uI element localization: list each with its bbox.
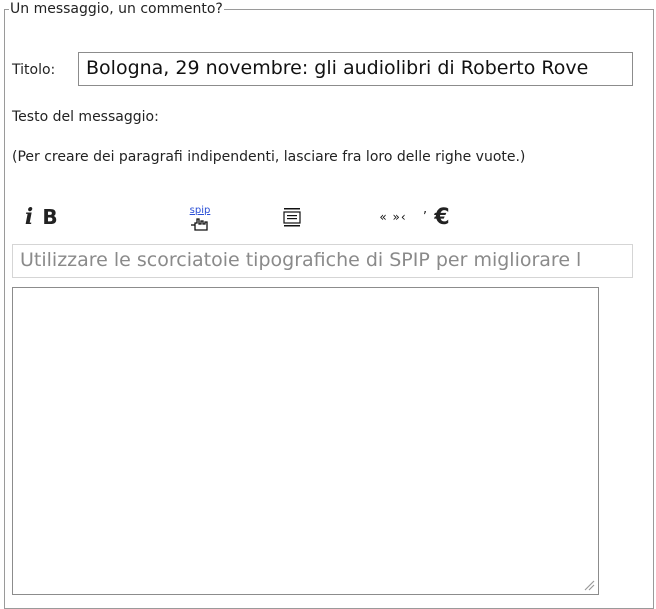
title-input[interactable]: Bologna, 29 novembre: gli audiolibri di … (78, 52, 633, 86)
resize-icon[interactable] (583, 579, 595, 591)
italic-icon[interactable]: i (20, 203, 38, 231)
message-textarea[interactable] (12, 287, 599, 595)
title-row: Titolo: Bologna, 29 novembre: gli audiol… (12, 52, 652, 88)
hand-icon (191, 217, 208, 231)
link-icon[interactable]: spip (182, 203, 218, 231)
formatting-toolbar: i B spip « »‹ ’ € (12, 203, 642, 233)
link-icon-label: spip (189, 204, 211, 216)
paragraph-icon[interactable] (282, 203, 302, 231)
title-label: Titolo: (12, 62, 56, 78)
fieldset-legend: Un messaggio, un commento? (9, 0, 224, 18)
quotes-icon[interactable]: « »‹ (368, 203, 418, 231)
bold-icon[interactable]: B (40, 203, 60, 231)
typographic-help-field[interactable]: Utilizzare le scorciatoie tipografiche d… (12, 244, 633, 278)
paragraph-glyph-icon (283, 208, 301, 227)
euro-icon[interactable]: € (430, 203, 454, 231)
message-text-label: Testo del messaggio: (12, 109, 159, 125)
paragraph-hint: (Per creare dei paragrafi indipendenti, … (12, 149, 526, 165)
